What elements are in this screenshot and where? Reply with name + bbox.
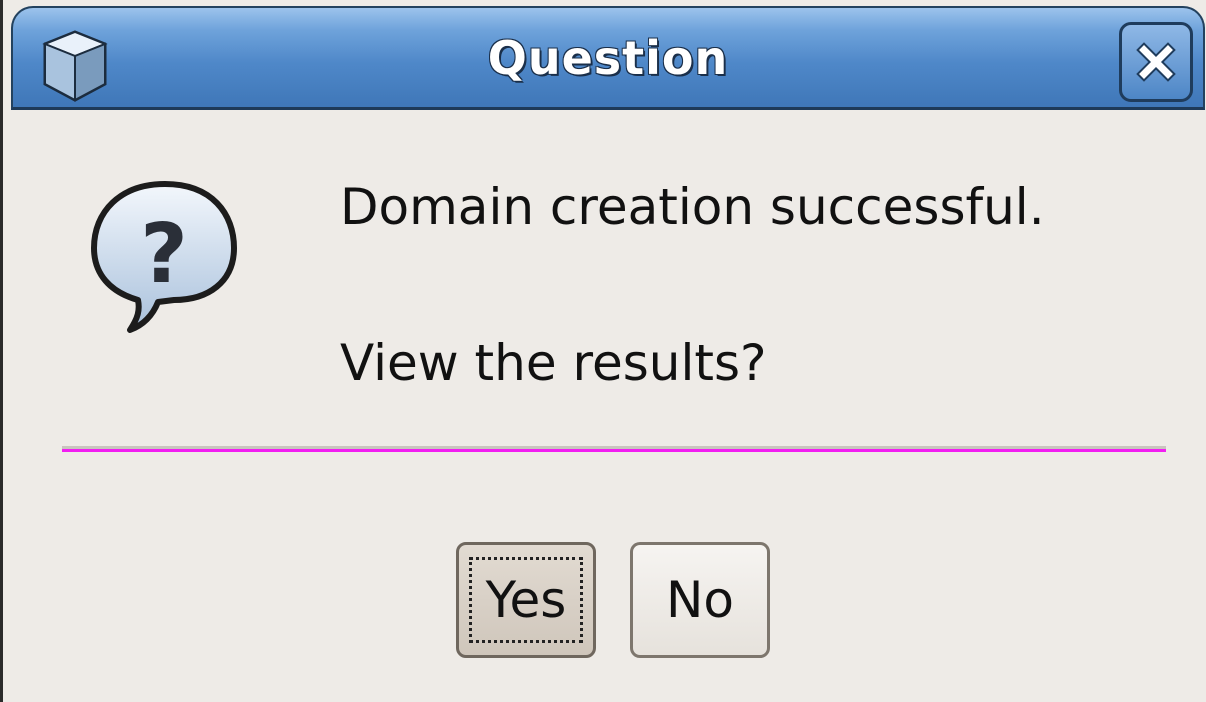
no-button[interactable]: No xyxy=(630,542,770,658)
close-icon xyxy=(1136,42,1176,82)
separator xyxy=(62,446,1166,452)
message-text: Domain creation successful. xyxy=(340,178,1045,236)
question-icon: ? xyxy=(91,181,237,333)
yes-button[interactable]: Yes xyxy=(456,542,596,658)
no-button-label: No xyxy=(666,571,734,629)
title-bar[interactable]: Question xyxy=(11,6,1205,110)
svg-text:?: ? xyxy=(140,207,188,302)
question-text: View the results? xyxy=(340,334,767,392)
window-title: Question xyxy=(487,31,729,85)
yes-button-label: Yes xyxy=(485,571,567,629)
dialog-content: ? Domain creation successful. View the r… xyxy=(6,112,1206,702)
close-button[interactable] xyxy=(1119,22,1193,102)
question-dialog: Question ? Domain creation successful. V… xyxy=(0,0,1206,702)
